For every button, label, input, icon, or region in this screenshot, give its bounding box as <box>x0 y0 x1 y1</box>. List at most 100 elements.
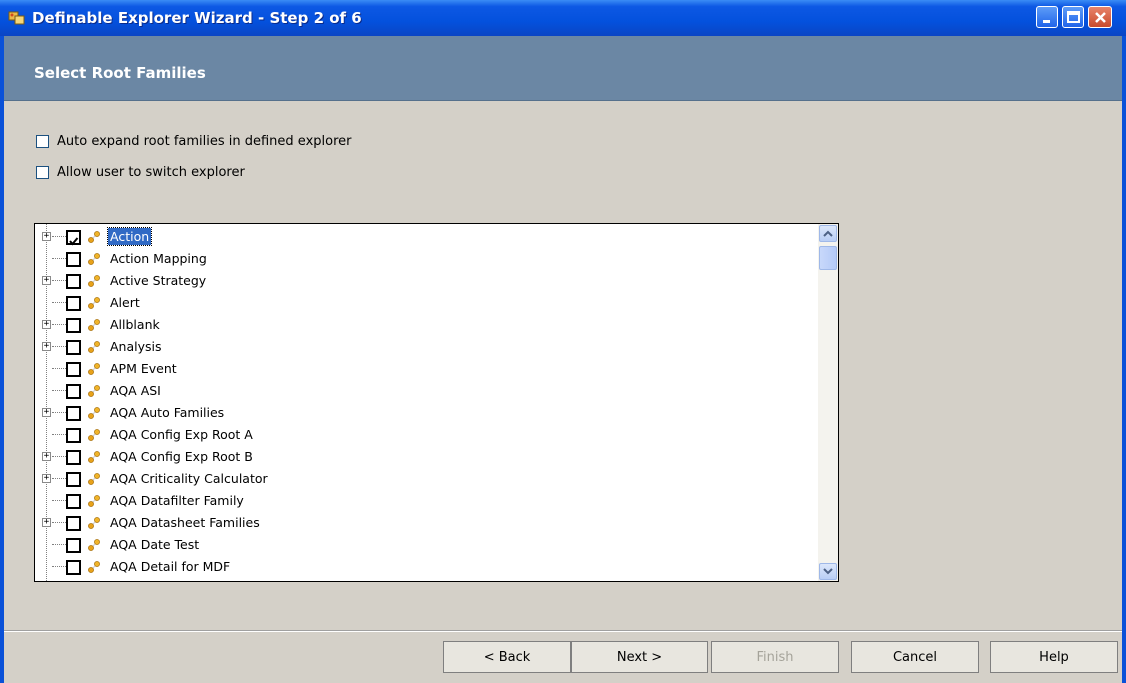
tree-node[interactable]: + AQA Config Exp Root B <box>35 446 815 468</box>
expand-icon[interactable]: + <box>42 474 51 483</box>
family-icon <box>87 427 101 441</box>
family-icon <box>87 251 101 265</box>
tree-node[interactable]: Action Mapping <box>35 248 815 270</box>
tree-node[interactable]: + AQA Auto Families <box>35 402 815 424</box>
expand-icon[interactable]: + <box>42 452 51 461</box>
tree-node-label: AQA Date Test <box>110 537 200 552</box>
root-families-tree[interactable]: + Action Action Mapping + Active Strategy Ale… <box>34 223 839 582</box>
family-icon <box>87 493 101 507</box>
family-icon <box>87 515 101 529</box>
scroll-up-button[interactable] <box>819 225 837 242</box>
tree-node-checkbox[interactable] <box>66 252 81 267</box>
tree-connector <box>52 368 66 369</box>
step-title: Select Root Families <box>34 64 206 82</box>
tree-node[interactable]: + AQA Datasheet Families <box>35 512 815 534</box>
tree-node-checkbox[interactable] <box>66 296 81 311</box>
tree-node-checkbox[interactable] <box>66 428 81 443</box>
family-icon <box>87 559 101 573</box>
family-icon <box>87 537 101 551</box>
tree-node[interactable]: AQA Datafilter Family <box>35 490 815 512</box>
expand-icon[interactable]: + <box>42 276 51 285</box>
expand-icon[interactable]: + <box>42 232 51 241</box>
tree-node-checkbox[interactable] <box>66 406 81 421</box>
tree-node-checkbox[interactable] <box>66 362 81 377</box>
tree-node-checkbox[interactable] <box>66 560 81 575</box>
tree-node[interactable]: AQA ASI <box>35 380 815 402</box>
tree-node-checkbox[interactable] <box>66 340 81 355</box>
tree-node-checkbox[interactable] <box>66 450 81 465</box>
tree-connector <box>52 346 66 347</box>
tree-connector <box>52 434 66 435</box>
tree-node[interactable]: Alert <box>35 292 815 314</box>
family-icon <box>87 273 101 287</box>
tree-node-label: AQA Config Exp Root A <box>110 427 253 442</box>
family-icon <box>87 339 101 353</box>
tree-node-checkbox[interactable] <box>66 384 81 399</box>
tree-node-checkbox[interactable] <box>66 274 81 289</box>
tree-connector <box>52 522 66 523</box>
next-button[interactable]: Next > <box>571 641 708 673</box>
checkmark-icon <box>69 237 79 246</box>
tree-node[interactable]: AQA Date Test <box>35 534 815 556</box>
tree-node[interactable]: + Active Strategy <box>35 270 815 292</box>
auto-expand-checkbox[interactable] <box>36 134 49 148</box>
tree-node[interactable]: + AQA Criticality Calculator <box>35 468 815 490</box>
wizard-window: Definable Explorer Wizard - Step 2 of 6 … <box>0 0 1126 683</box>
finish-button[interactable]: Finish <box>711 641 839 673</box>
tree-node-label: Analysis <box>110 339 162 354</box>
tree-node-checkbox[interactable] <box>66 516 81 531</box>
tree-node-checkbox[interactable] <box>66 230 81 246</box>
tree-connector <box>52 500 66 501</box>
expand-icon[interactable]: + <box>42 342 51 351</box>
scroll-thumb[interactable] <box>819 246 837 270</box>
maximize-icon <box>1067 11 1080 23</box>
tree-node-label: APM Event <box>110 361 177 376</box>
tree-node[interactable]: APM Event <box>35 358 815 380</box>
expand-icon[interactable]: + <box>42 518 51 527</box>
tree-node[interactable]: AQA Detail for MDF <box>35 556 815 578</box>
tree-node[interactable]: + Action <box>35 226 815 248</box>
scroll-down-button[interactable] <box>819 563 837 580</box>
close-icon <box>1095 12 1106 23</box>
tree-node-label: AQA Config Exp Root B <box>110 449 253 464</box>
tree-node-checkbox[interactable] <box>66 494 81 509</box>
maximize-button[interactable] <box>1062 6 1084 28</box>
auto-expand-option[interactable]: Auto expand root families in defined exp… <box>36 133 352 149</box>
allow-switch-option[interactable]: Allow user to switch explorer <box>36 164 245 180</box>
expand-icon[interactable]: + <box>42 320 51 329</box>
tree-scrollbar[interactable] <box>818 224 838 581</box>
tree-connector <box>52 390 66 391</box>
close-button[interactable] <box>1088 6 1112 28</box>
tree-connector <box>52 302 66 303</box>
wizard-body: Select Root Families Auto expand root fa… <box>4 36 1122 683</box>
back-button[interactable]: < Back <box>443 641 571 673</box>
family-icon <box>87 229 101 243</box>
allow-switch-checkbox[interactable] <box>36 165 49 179</box>
tree-node[interactable]: AQA Config Exp Root A <box>35 424 815 446</box>
tree-connector <box>52 412 66 413</box>
tree-connector <box>52 258 66 259</box>
tree-node-checkbox[interactable] <box>66 318 81 333</box>
tree-connector <box>52 456 66 457</box>
tree-node[interactable]: + Allblank <box>35 314 815 336</box>
tree-node-checkbox[interactable] <box>66 472 81 487</box>
tree-node-label: AQA Datasheet Families <box>110 515 260 530</box>
minimize-button[interactable] <box>1036 6 1058 28</box>
tree-node-checkbox[interactable] <box>66 538 81 553</box>
tree-connector <box>52 478 66 479</box>
app-icon <box>8 11 25 25</box>
cancel-button[interactable]: Cancel <box>851 641 979 673</box>
tree-connector <box>52 280 66 281</box>
title-bar[interactable]: Definable Explorer Wizard - Step 2 of 6 <box>0 0 1126 36</box>
chevron-up-icon <box>823 230 833 237</box>
help-button[interactable]: Help <box>990 641 1118 673</box>
tree-node-label: Allblank <box>110 317 160 332</box>
tree-connector <box>52 236 66 237</box>
family-icon <box>87 361 101 375</box>
tree-node-label: AQA Criticality Calculator <box>110 471 268 486</box>
tree-node[interactable]: + Analysis <box>35 336 815 358</box>
expand-icon[interactable]: + <box>42 408 51 417</box>
tree-node-label: Alert <box>110 295 140 310</box>
window-title: Definable Explorer Wizard - Step 2 of 6 <box>32 9 362 27</box>
tree-connector <box>52 324 66 325</box>
